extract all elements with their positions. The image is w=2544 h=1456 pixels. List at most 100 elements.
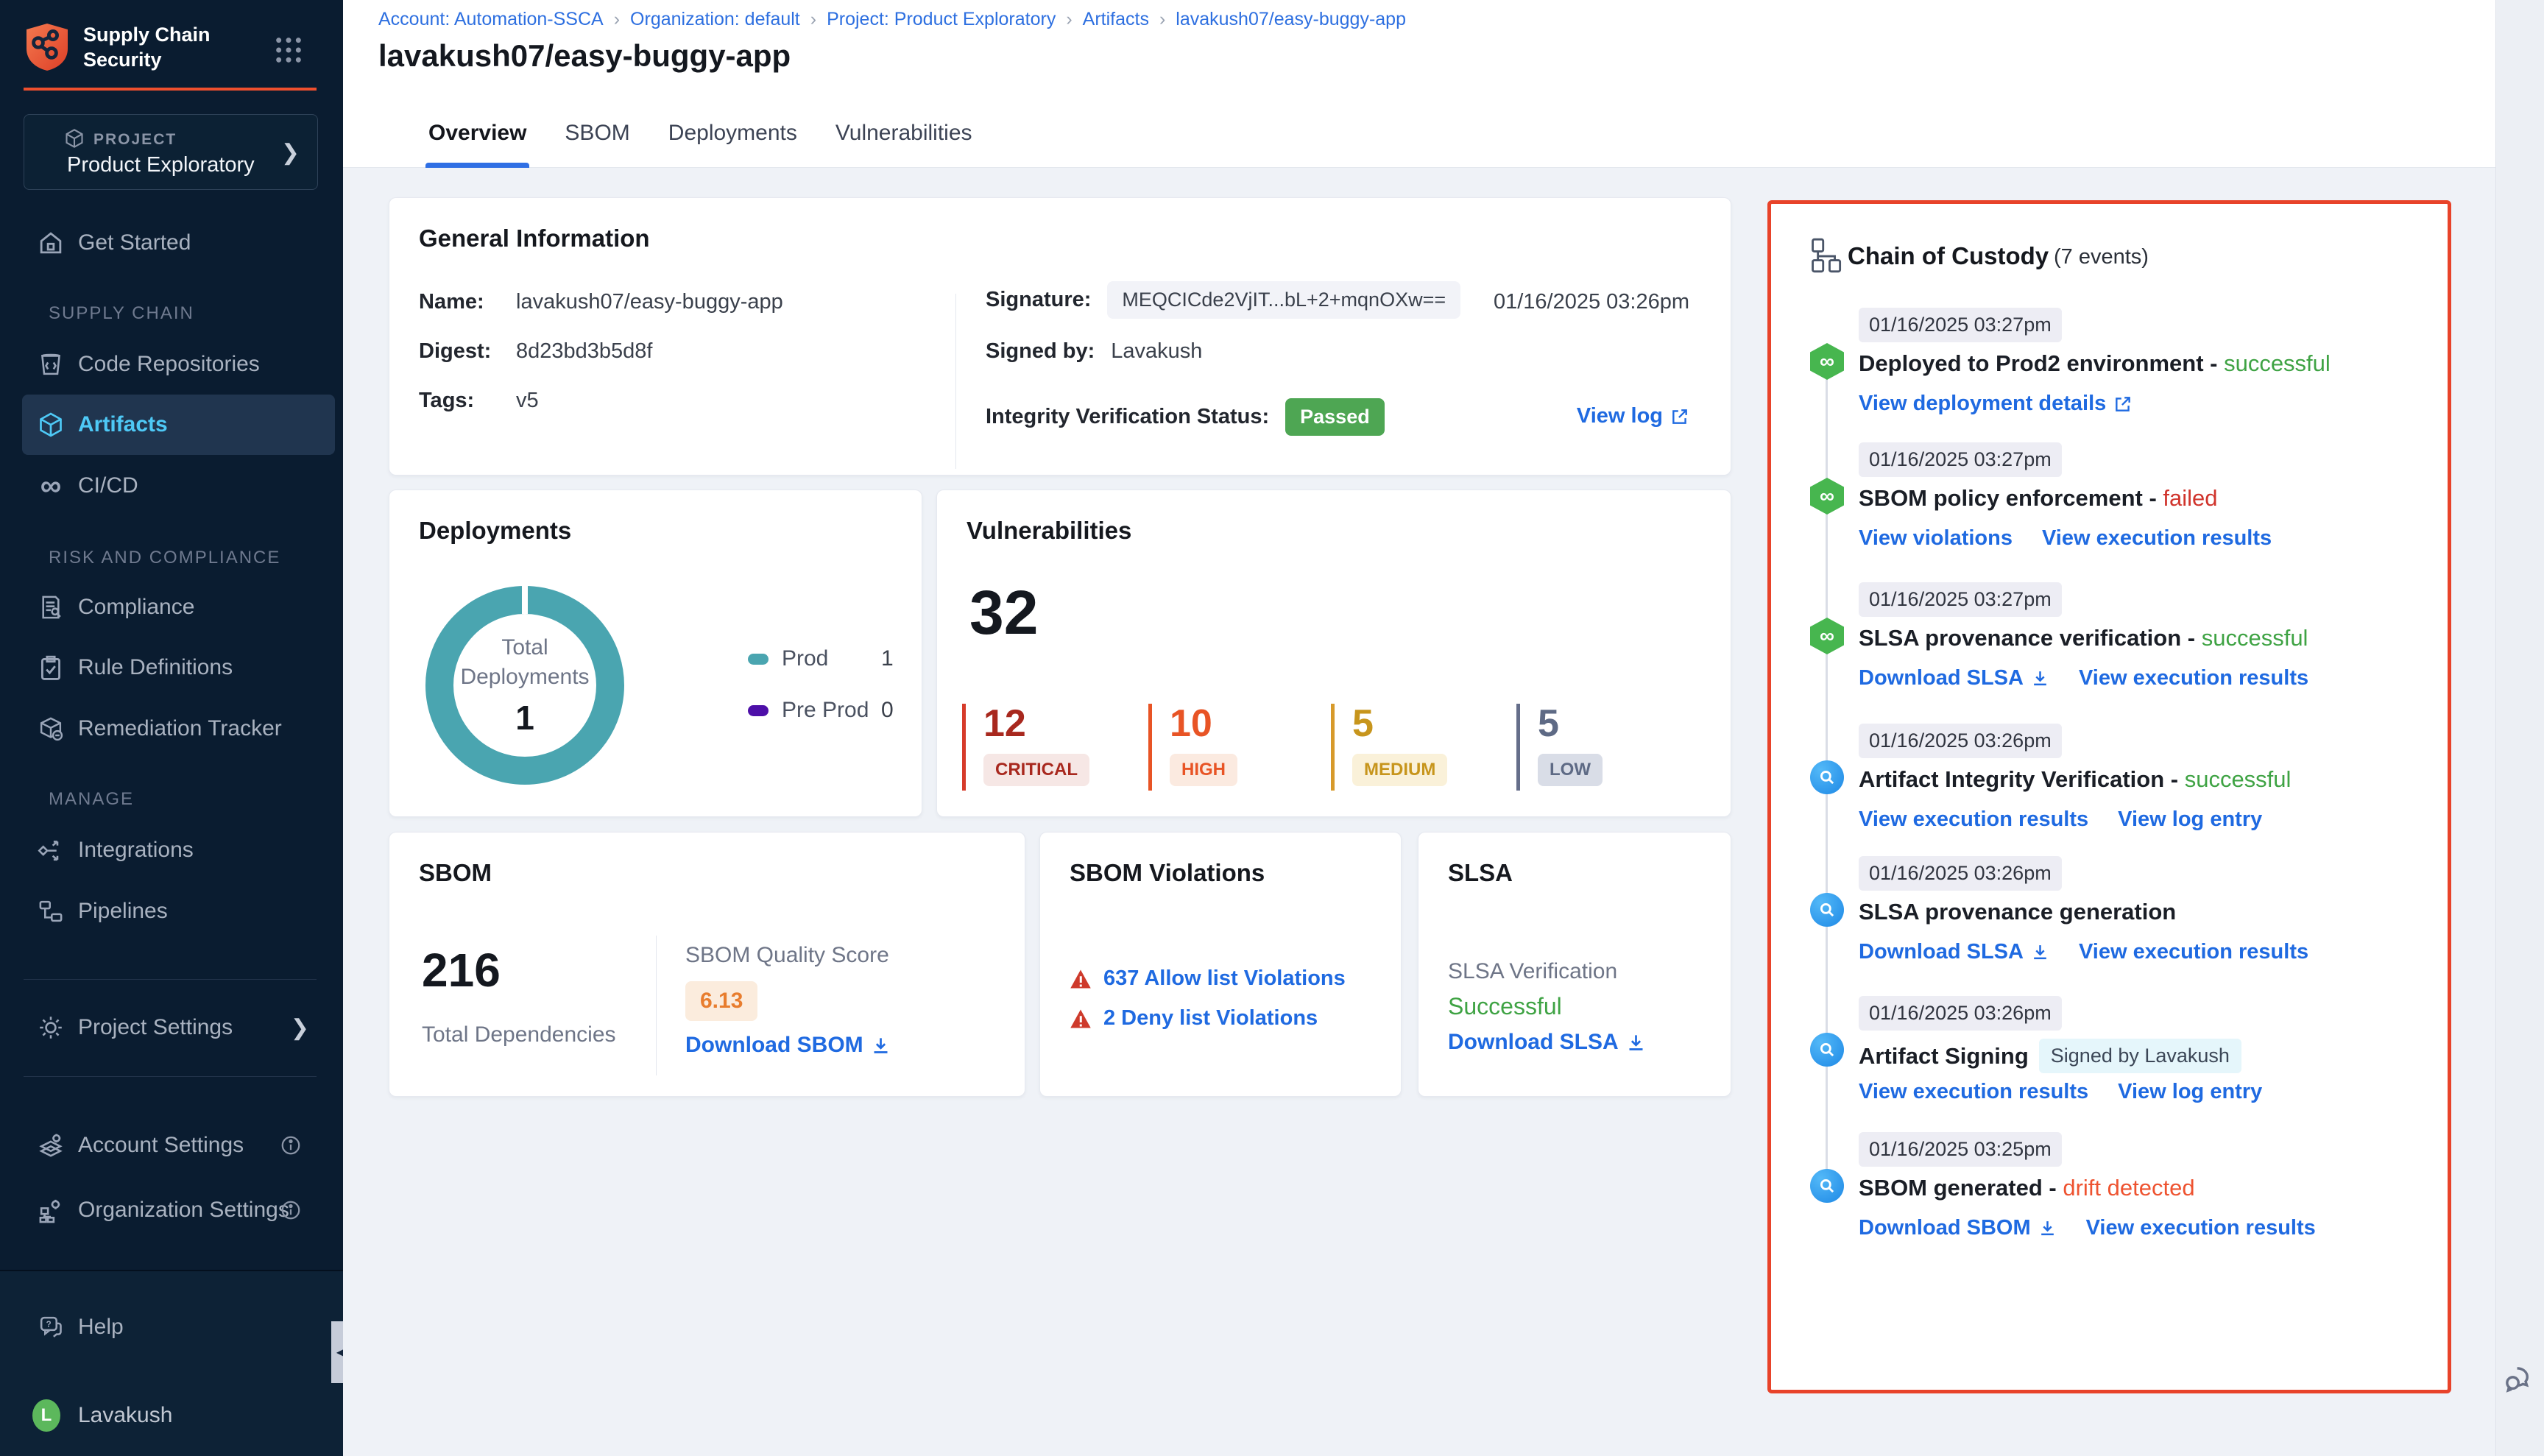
view-deployment-details-link[interactable]: View deployment details [1859, 392, 2133, 416]
total-deployments-value: 1 [515, 698, 534, 738]
tab-overview[interactable]: Overview [425, 110, 529, 168]
sidebar-item-label: Integrations [78, 838, 194, 863]
sidebar-user[interactable]: L Lavakush [0, 1385, 343, 1446]
external-link-icon [1670, 407, 1689, 426]
ssca-step-icon [1810, 1167, 1844, 1204]
vulnerabilities-total: 32 [969, 577, 1038, 649]
info-icon[interactable] [280, 1199, 302, 1221]
divider [24, 979, 317, 980]
signed-by-value: Lavakush [1111, 339, 1202, 364]
view-execution-results-link[interactable]: View execution results [1859, 807, 2088, 832]
project-selector[interactable]: PROJECT Product Exploratory ❯ [24, 114, 318, 190]
severity-critical: 12 CRITICAL [962, 704, 1089, 791]
view-log-entry-link[interactable]: View log entry [2118, 807, 2262, 832]
project-name: Product Exploratory [67, 153, 255, 177]
severity-bar [1516, 704, 1520, 791]
breadcrumb-account[interactable]: Account: Automation-SSCA [378, 9, 604, 30]
sidebar-item-account-settings[interactable]: Account Settings [0, 1115, 343, 1176]
divider [955, 294, 956, 469]
artifacts-cube-icon [37, 411, 65, 439]
event-timestamp: 01/16/2025 03:26pm [1859, 996, 2062, 1031]
sidebar-item-label: Help [78, 1315, 124, 1340]
sidebar-item-label: CI/CD [78, 473, 138, 498]
view-log-entry-link[interactable]: View log entry [2118, 1080, 2262, 1104]
sidebar-item-organization-settings[interactable]: Organization Settings [0, 1180, 343, 1240]
sidebar-item-help[interactable]: ? Help [0, 1297, 343, 1357]
sidebar-item-get-started[interactable]: Get Started [0, 213, 343, 273]
event-separator: - [2204, 350, 2225, 376]
view-execution-results-link[interactable]: View execution results [2079, 940, 2308, 964]
download-slsa-link[interactable]: Download SLSA [1859, 666, 2049, 690]
chat-launcher-icon[interactable] [2502, 1363, 2537, 1399]
page-title: lavakush07/easy-buggy-app [378, 38, 791, 74]
view-execution-results-link[interactable]: View execution results [2042, 526, 2272, 551]
event-status: successful [2224, 350, 2331, 376]
app-logo-shield-icon [24, 22, 71, 72]
view-execution-results-link[interactable]: View execution results [1859, 1080, 2088, 1104]
download-icon [2038, 1219, 2057, 1237]
project-label: PROJECT [93, 131, 177, 149]
deny-list-violations-link[interactable]: 2 Deny list Violations [1103, 1006, 1318, 1031]
legend-item-prod: Prod [748, 646, 828, 671]
event-title: Artifact Integrity Verification [1859, 766, 2164, 792]
tab-vulnerabilities[interactable]: Vulnerabilities [833, 110, 975, 168]
allow-list-violations-link[interactable]: 637 Allow list Violations [1103, 966, 1346, 991]
tab-sbom[interactable]: SBOM [562, 110, 632, 168]
sidebar-item-integrations[interactable]: Integrations [0, 820, 343, 880]
event-timestamp: 01/16/2025 03:26pm [1859, 856, 2062, 891]
pipeline-hexagon-icon: ∞ [1810, 618, 1844, 654]
sbom-violations-card: SBOM Violations 637 Allow list Violation… [1039, 832, 1402, 1097]
sidebar-item-label: Compliance [78, 595, 194, 620]
chain-of-custody-icon [1809, 238, 1842, 273]
pipeline-hexagon-icon: ∞ [1810, 343, 1844, 380]
sidebar-item-compliance[interactable]: Compliance [0, 577, 343, 637]
view-log-link[interactable]: View log [1577, 404, 1689, 428]
breadcrumb-project[interactable]: Project: Product Exploratory [827, 9, 1056, 30]
pipeline-hexagon-icon: ∞ [1810, 478, 1844, 515]
sidebar-item-cicd[interactable]: ∞ CI/CD [0, 456, 343, 516]
sidebar-item-label: Project Settings [78, 1015, 233, 1040]
integrations-icon [37, 836, 65, 864]
sidebar-item-artifacts[interactable]: Artifacts [22, 395, 335, 455]
infinity-icon: ∞ [37, 472, 65, 500]
signed-by-badge: Signed by Lavakush [2039, 1039, 2241, 1073]
event-timestamp: 01/16/2025 03:27pm [1859, 308, 2062, 342]
brand-divider [24, 88, 317, 91]
view-violations-link[interactable]: View violations [1859, 526, 2013, 551]
svg-text:?: ? [46, 1321, 52, 1329]
event-separator: - [2164, 766, 2185, 792]
gear-icon [37, 1014, 65, 1042]
info-icon[interactable] [280, 1134, 302, 1156]
right-gutter [2495, 0, 2544, 1456]
sidebar-item-rule-definitions[interactable]: Rule Definitions [0, 637, 343, 698]
download-slsa-link[interactable]: Download SLSA [1859, 940, 2049, 964]
medium-badge: MEDIUM [1352, 754, 1447, 786]
download-slsa-link[interactable]: Download SLSA [1448, 1030, 1646, 1055]
signature-value-chip: MEQCICde2VjIT...bL+2+mqnOXw== [1107, 281, 1460, 319]
severity-bar [1148, 704, 1152, 791]
event-title: Deployed to Prod2 environment [1859, 350, 2204, 376]
view-execution-results-link[interactable]: View execution results [2086, 1216, 2316, 1240]
sidebar-item-label: Artifacts [78, 412, 168, 437]
sbom-total: 216 [422, 943, 501, 997]
sidebar-item-remediation-tracker[interactable]: Remediation Tracker [0, 699, 343, 759]
code-repository-icon [37, 350, 65, 378]
layers-gear-icon [37, 1131, 65, 1159]
breadcrumb-artifact-name[interactable]: lavakush07/easy-buggy-app [1176, 9, 1406, 30]
sidebar-item-project-settings[interactable]: Project Settings ❯ [0, 997, 343, 1058]
breadcrumb-artifacts[interactable]: Artifacts [1083, 9, 1149, 30]
custody-event-slsa-generation: 01/16/2025 03:26pm SLSA provenance gener… [1771, 856, 2448, 981]
view-execution-results-link[interactable]: View execution results [2079, 666, 2308, 690]
sidebar-item-code-repositories[interactable]: Code Repositories [0, 334, 343, 395]
module-grid-icon[interactable] [274, 35, 303, 65]
download-sbom-link[interactable]: Download SBOM [1859, 1216, 2057, 1240]
download-sbom-link[interactable]: Download SBOM [685, 1033, 891, 1058]
integrity-status-label: Integrity Verification Status: [986, 405, 1269, 429]
clipboard-check-icon [37, 654, 65, 682]
chain-title: Chain of Custody [1848, 242, 2049, 270]
tab-deployments[interactable]: Deployments [665, 110, 800, 168]
custody-event-sbom-policy: 01/16/2025 03:27pm ∞ SBOM policy enforce… [1771, 442, 2448, 568]
chain-of-custody-panel: Chain of Custody (7 events) 01/16/2025 0… [1767, 200, 2451, 1393]
breadcrumb-organization[interactable]: Organization: default [630, 9, 800, 30]
sidebar-item-pipelines[interactable]: Pipelines [0, 881, 343, 941]
